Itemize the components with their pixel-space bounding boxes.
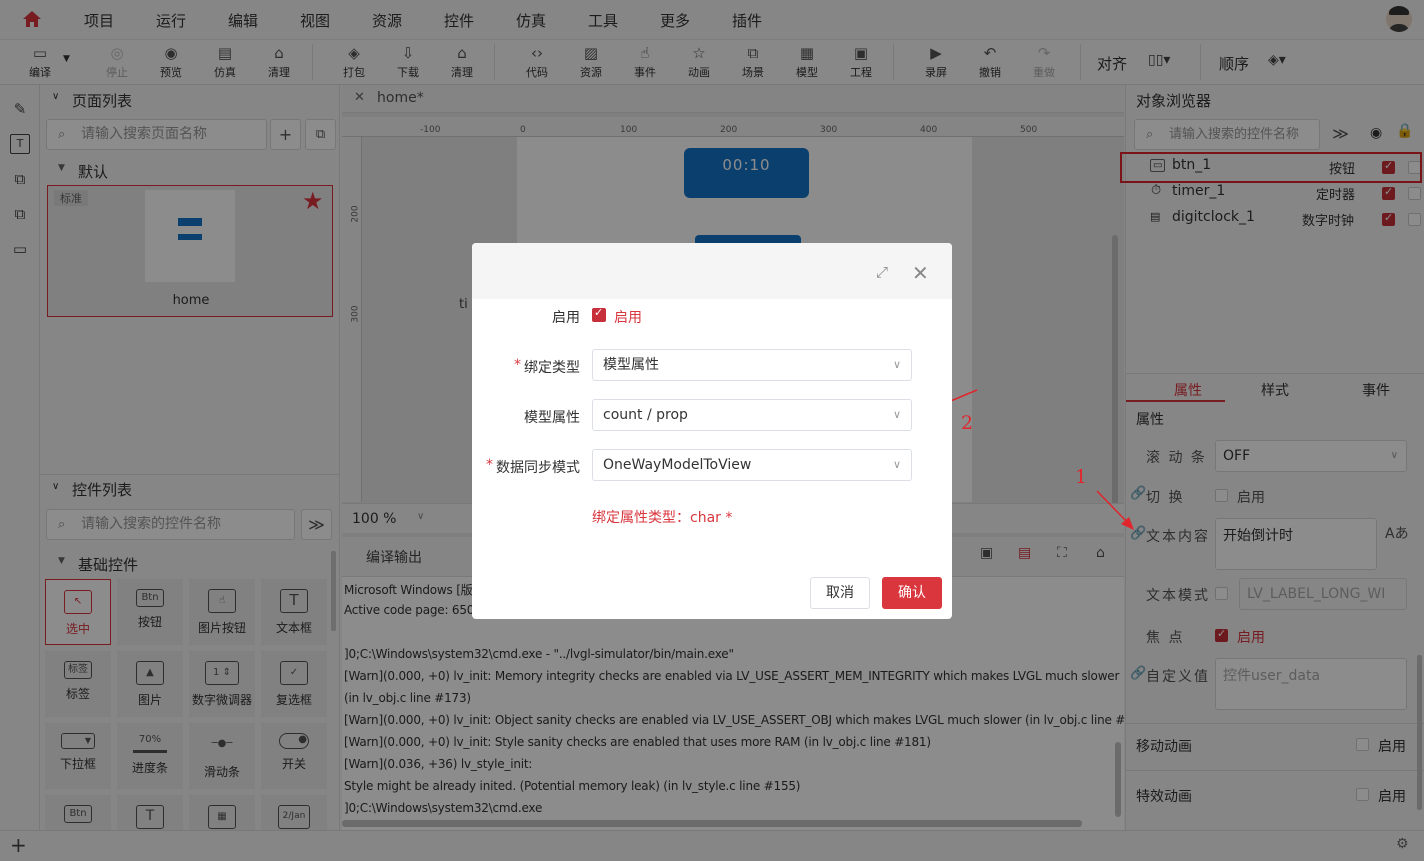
annotation-2: 2	[961, 412, 974, 434]
enable-check-label: 启用	[614, 310, 642, 326]
binding-type-hint: 绑定属性类型：char *	[592, 510, 733, 526]
sync-mode-label: 数据同步模式	[496, 460, 580, 476]
chevron-down-icon: ∨	[892, 358, 901, 371]
chevron-down-icon: ∨	[892, 408, 901, 421]
close-icon[interactable]: ✕	[912, 261, 929, 285]
model-prop-label: 模型属性	[524, 410, 580, 426]
bind-type-select[interactable]: 模型属性 ∨	[592, 349, 912, 381]
chevron-down-icon: ∨	[892, 458, 901, 471]
enable-checkbox[interactable]	[592, 306, 606, 322]
binding-dialog: ⤢ ✕ 启用 启用 * 绑定类型 模型属性∨ 模型属性 count / prop…	[472, 243, 952, 619]
maximize-icon[interactable]: ⤢	[876, 263, 888, 281]
arrow-1-head	[1121, 517, 1134, 530]
confirm-button[interactable]: 确认	[882, 577, 942, 609]
cancel-button[interactable]: 取消	[810, 577, 870, 609]
bind-type-label: 绑定类型	[524, 360, 580, 376]
annotation-1: 1	[1075, 466, 1088, 488]
model-prop-select[interactable]: count / prop ∨	[592, 399, 912, 431]
enable-label: 启用	[552, 310, 580, 326]
sync-mode-select[interactable]: OneWayModelToView ∨	[592, 449, 912, 481]
